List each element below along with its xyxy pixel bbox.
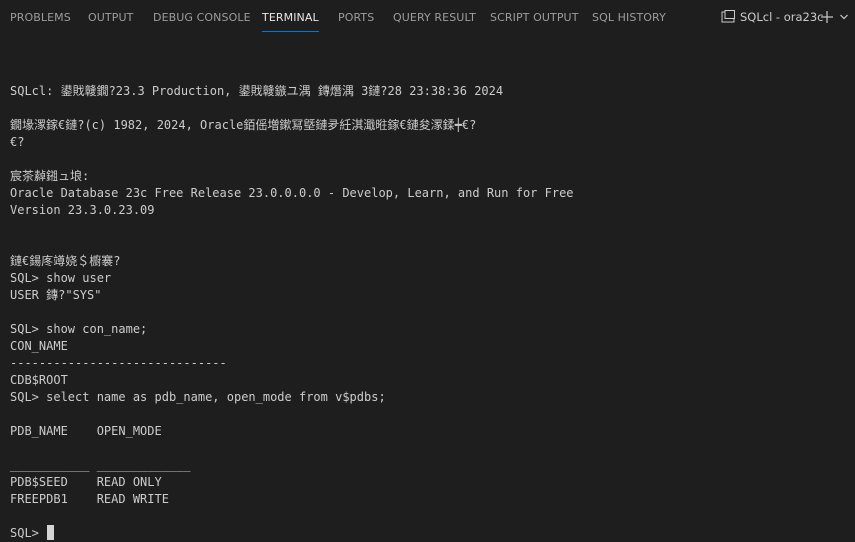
terminal-line: PDB$SEED READ ONLY: [10, 475, 162, 489]
tab-label: SCRIPT OUTPUT: [490, 11, 579, 24]
terminal-line: Oracle Database 23c Free Release 23.0.0.…: [10, 186, 574, 200]
terminal-line: CDB$ROOT: [10, 373, 68, 387]
tab-output[interactable]: OUTPUT: [88, 0, 133, 35]
tab-problems[interactable]: PROBLEMS: [10, 0, 71, 35]
terminal-prompt-line[interactable]: SQL>: [10, 525, 850, 542]
terminal-icon[interactable]: [721, 10, 735, 24]
tab-label: OUTPUT: [88, 11, 134, 24]
tab-label: SQL HISTORY: [592, 11, 666, 24]
active-tab-indicator: [262, 31, 319, 32]
tab-debug-console[interactable]: DEBUG CONSOLE: [153, 0, 251, 35]
tab-label: TERMINAL: [262, 11, 319, 24]
tab-ports[interactable]: PORTS: [338, 0, 374, 35]
terminal-prompt: SQL>: [10, 526, 47, 540]
terminal-line: SQL> select name as pdb_name, open_mode …: [10, 390, 386, 404]
terminal-line: ___________ _____________: [10, 458, 191, 472]
plus-icon[interactable]: [820, 10, 834, 24]
chevron-down-icon[interactable]: [840, 14, 848, 20]
panel-tab-bar: PROBLEMS OUTPUT DEBUG CONSOLE TERMINAL P…: [0, 0, 855, 35]
tab-label: PORTS: [338, 11, 375, 24]
tab-terminal[interactable]: TERMINAL: [262, 0, 319, 35]
terminal-line: €?: [10, 135, 25, 149]
terminal-line: CON_NAME: [10, 339, 68, 353]
terminal-output[interactable]: SQLcl: 鍙戝竷鐗?23.3 Production, 鍙戝竷鏃ユ湡 鏄熸湡 …: [10, 66, 850, 542]
terminal-selector[interactable]: SQLcl - ora23c: [740, 0, 824, 35]
terminal-line: USER 鏄?"SYS": [10, 288, 102, 302]
terminal-line: ------------------------------: [10, 356, 227, 370]
terminal-line: SQL> show con_name;: [10, 322, 148, 336]
terminal-line: FREEPDB1 READ WRITE: [10, 492, 169, 506]
tab-label: DEBUG CONSOLE: [153, 11, 251, 24]
terminal-line: SQLcl: 鍙戝竷鐗?23.3 Production, 鍙戝竷鏃ユ湡 鏄熸湡 …: [10, 84, 504, 98]
tab-label: PROBLEMS: [10, 11, 71, 24]
terminal-line: SQL> show user: [10, 271, 112, 285]
terminal-line: 宸茶繛鎺ュ埌:: [10, 169, 90, 183]
terminal-cursor: [47, 525, 55, 540]
tab-label: QUERY RESULT: [393, 11, 476, 24]
terminal-line: Version 23.3.0.23.09: [10, 203, 155, 217]
terminal-line: 鐗堟潈鎵€鏈?(c) 1982, 2024, Oracle銆傜増鏉冩墍鏈夛紝淇濈…: [10, 118, 477, 132]
tab-sql-history[interactable]: SQL HISTORY: [592, 0, 666, 35]
tab-query-result[interactable]: QUERY RESULT: [393, 0, 476, 35]
tab-script-output[interactable]: SCRIPT OUTPUT: [490, 0, 579, 35]
terminal-line: PDB_NAME OPEN_MODE: [10, 424, 162, 438]
terminal-line: 鏈€鍚庝竴娆＄櫥褰?: [10, 254, 121, 268]
